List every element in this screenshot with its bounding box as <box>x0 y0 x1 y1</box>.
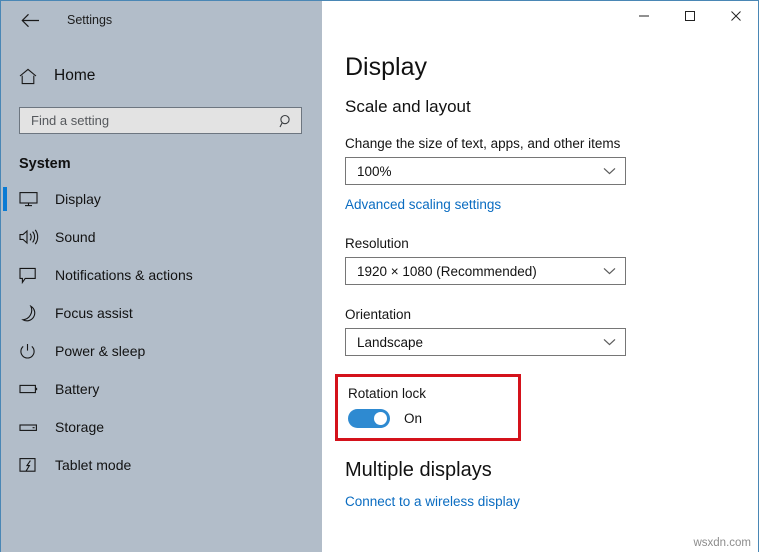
settings-window: Settings Home System <box>0 0 759 552</box>
search-icon[interactable] <box>279 114 293 128</box>
selection-indicator <box>3 187 7 211</box>
sidebar: Settings Home System <box>1 1 322 552</box>
watermark: wsxdn.com <box>693 537 751 549</box>
sidebar-item-label: Focus assist <box>55 305 133 321</box>
close-button[interactable] <box>713 1 759 31</box>
home-icon <box>19 68 41 85</box>
power-icon <box>19 343 43 360</box>
sidebar-item-label: Display <box>55 191 101 207</box>
storage-icon <box>19 422 43 433</box>
sidebar-item-display[interactable]: Display <box>1 180 322 218</box>
sidebar-item-label: Power & sleep <box>55 343 145 359</box>
text-size-value: 100% <box>357 164 392 179</box>
toggle-knob <box>374 412 387 425</box>
sidebar-item-notifications[interactable]: Notifications & actions <box>1 256 322 294</box>
sidebar-titlebar: Settings <box>1 1 322 39</box>
advanced-scaling-settings-link[interactable]: Advanced scaling settings <box>345 197 501 212</box>
rotation-lock-row: On <box>348 409 518 428</box>
sidebar-item-label: Tablet mode <box>55 457 131 473</box>
tablet-icon <box>19 457 43 473</box>
multiple-displays-heading: Multiple displays <box>345 459 759 482</box>
app-title: Settings <box>67 13 112 27</box>
sidebar-item-label: Battery <box>55 381 99 397</box>
sidebar-item-label: Sound <box>55 229 95 245</box>
sidebar-item-label: Notifications & actions <box>55 267 193 283</box>
chevron-down-icon <box>603 267 616 275</box>
sidebar-nav-list: Display Sound <box>1 180 322 484</box>
text-size-label: Change the size of text, apps, and other… <box>345 136 759 151</box>
sidebar-item-home[interactable]: Home <box>1 59 322 93</box>
sidebar-item-sound[interactable]: Sound <box>1 218 322 256</box>
settings-content: Scale and layout Change the size of text… <box>345 97 759 511</box>
sidebar-item-label: Storage <box>55 419 104 435</box>
sidebar-section-title: System <box>19 156 322 172</box>
sidebar-item-storage[interactable]: Storage <box>1 408 322 446</box>
battery-icon <box>19 383 43 395</box>
sidebar-item-power-sleep[interactable]: Power & sleep <box>1 332 322 370</box>
resolution-label: Resolution <box>345 236 759 251</box>
resolution-value: 1920 × 1080 (Recommended) <box>357 264 537 279</box>
rotation-lock-highlight: Rotation lock On <box>335 374 521 441</box>
window-controls <box>621 1 759 31</box>
main-pane: Display Scale and layout Change the size… <box>322 1 759 552</box>
sidebar-item-battery[interactable]: Battery <box>1 370 322 408</box>
home-label: Home <box>54 67 95 85</box>
chevron-down-icon <box>603 167 616 175</box>
rotation-lock-label: Rotation lock <box>348 386 518 401</box>
scale-and-layout-heading: Scale and layout <box>345 97 759 117</box>
page-title: Display <box>345 53 427 82</box>
maximize-button[interactable] <box>667 1 713 31</box>
resolution-dropdown[interactable]: 1920 × 1080 (Recommended) <box>345 257 626 285</box>
sidebar-item-tablet-mode[interactable]: Tablet mode <box>1 446 322 484</box>
text-size-dropdown[interactable]: 100% <box>345 157 626 185</box>
minimize-button[interactable] <box>621 1 667 31</box>
back-arrow-icon[interactable] <box>15 5 45 35</box>
rotation-lock-state: On <box>404 411 422 426</box>
monitor-icon <box>19 191 43 207</box>
orientation-value: Landscape <box>357 335 423 350</box>
speaker-icon <box>19 229 43 245</box>
orientation-label: Orientation <box>345 307 759 322</box>
chevron-down-icon <box>603 338 616 346</box>
search-input[interactable] <box>31 113 279 128</box>
search-box[interactable] <box>19 107 302 134</box>
notification-icon <box>19 267 43 284</box>
connect-wireless-display-link[interactable]: Connect to a wireless display <box>345 494 520 509</box>
orientation-dropdown[interactable]: Landscape <box>345 328 626 356</box>
rotation-lock-toggle[interactable] <box>348 409 390 428</box>
moon-icon <box>19 305 43 322</box>
sidebar-item-focus-assist[interactable]: Focus assist <box>1 294 322 332</box>
